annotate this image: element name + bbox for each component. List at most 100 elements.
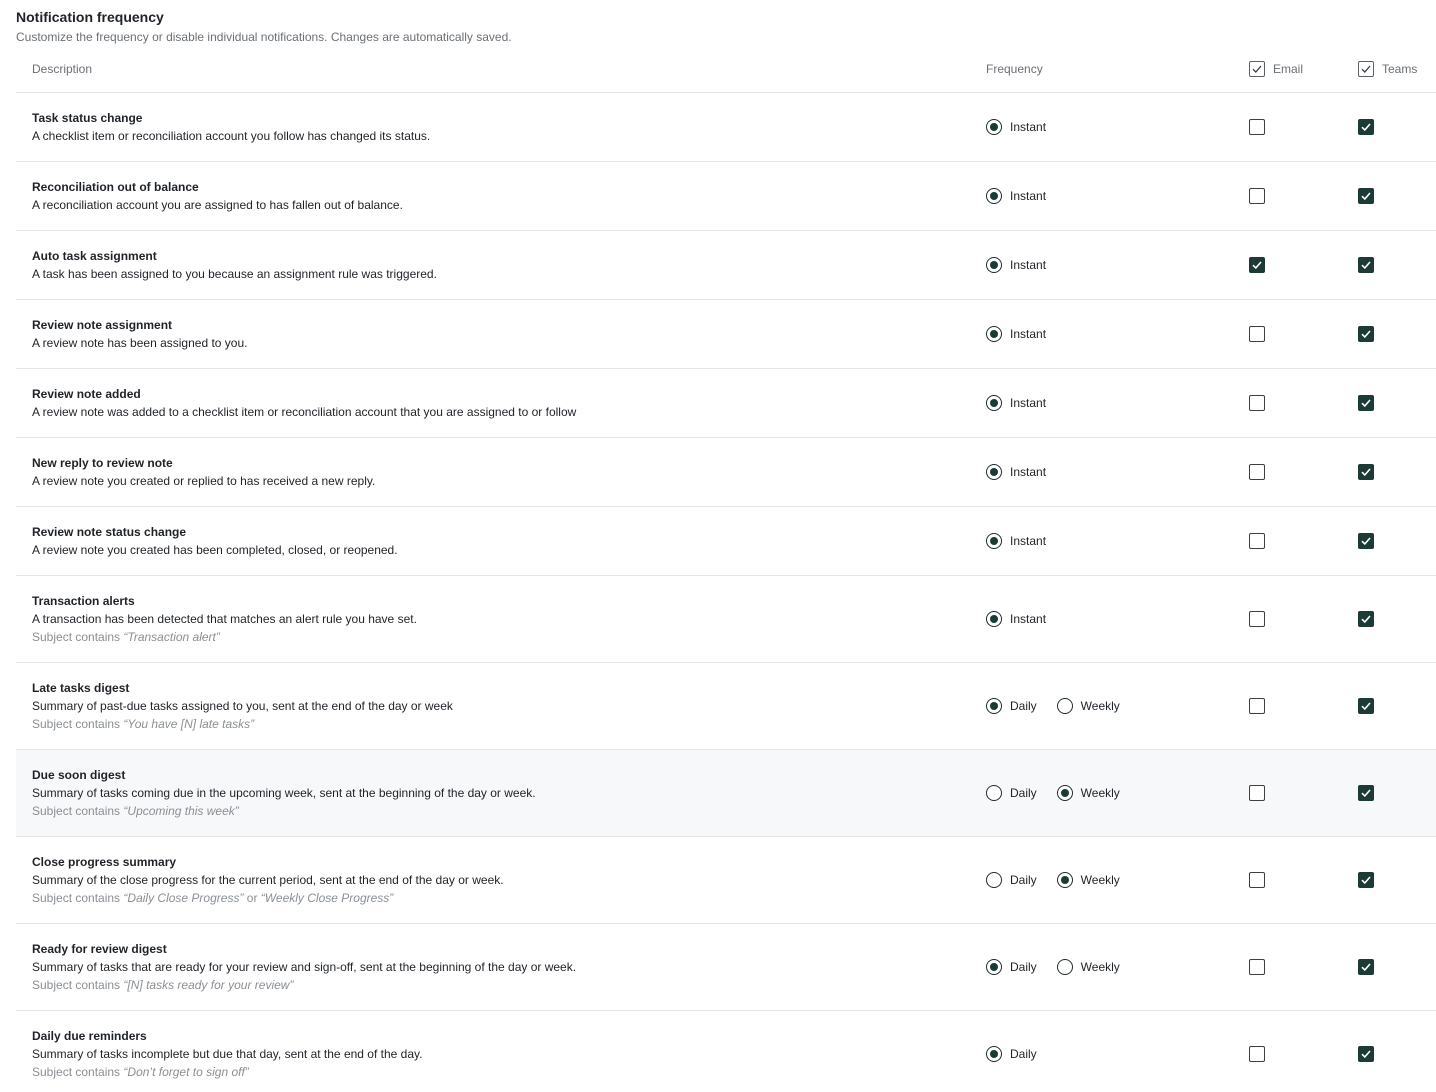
frequency-option-label: Daily	[1010, 960, 1037, 974]
frequency-radio[interactable]	[986, 257, 1002, 273]
email-column-label: Email	[1273, 62, 1304, 76]
teams-checkbox[interactable]	[1358, 119, 1374, 135]
frequency-radio[interactable]	[986, 533, 1002, 549]
email-checkbox[interactable]	[1249, 785, 1265, 801]
frequency-option-daily[interactable]: Daily	[986, 698, 1037, 714]
teams-checkbox[interactable]	[1358, 1046, 1374, 1062]
notification-description: Task status change A checklist item or re…	[32, 110, 430, 144]
frequency-option-instant[interactable]: Instant	[986, 326, 1046, 342]
frequency-option-label: Instant	[1010, 120, 1047, 134]
frequency-option-daily[interactable]: Daily	[986, 1046, 1037, 1062]
email-checkbox[interactable]	[1249, 698, 1265, 714]
notification-description: Due soon digest Summary of tasks coming d…	[32, 767, 536, 819]
teams-checkbox[interactable]	[1358, 533, 1374, 549]
email-checkbox[interactable]	[1249, 872, 1265, 888]
teams-checkbox[interactable]	[1358, 698, 1374, 714]
check-icon	[1252, 65, 1262, 73]
frequency-option-instant[interactable]: Instant	[986, 395, 1046, 411]
teams-checkbox[interactable]	[1358, 395, 1374, 411]
frequency-option-daily[interactable]: Daily	[986, 785, 1037, 801]
frequency-radio[interactable]	[986, 395, 1002, 411]
email-checkbox[interactable]	[1249, 119, 1265, 135]
frequency-radio[interactable]	[1056, 872, 1073, 888]
frequency-radio[interactable]	[986, 872, 1002, 888]
notification-text: Summary of tasks incomplete but due that…	[32, 1047, 423, 1061]
check-icon	[1361, 399, 1371, 408]
teams-checkbox[interactable]	[1358, 959, 1374, 975]
email-checkbox[interactable]	[1249, 464, 1265, 480]
teams-checkbox[interactable]	[1358, 872, 1374, 888]
frequency-radio[interactable]	[986, 188, 1002, 204]
frequency-radio[interactable]	[986, 119, 1002, 135]
notification-name: Review note status change	[32, 525, 187, 539]
frequency-option-instant[interactable]: Instant	[986, 119, 1046, 135]
section-header: Notification frequency Customize the fre…	[16, 8, 512, 45]
email-checkbox[interactable]	[1249, 188, 1265, 204]
subject-quote: “Daily Close Progress”	[123, 891, 244, 905]
frequency-option-weekly[interactable]: Weekly	[1056, 698, 1120, 714]
teams-checkbox[interactable]	[1358, 188, 1374, 204]
email-select-all-checkbox[interactable]	[1249, 61, 1265, 77]
notification-name: Transaction alerts	[32, 594, 135, 608]
teams-checkbox[interactable]	[1358, 326, 1374, 342]
teams-column-label: Teams	[1382, 62, 1418, 76]
frequency-radio[interactable]	[986, 785, 1002, 801]
teams-checkbox[interactable]	[1358, 611, 1374, 627]
teams-select-all-checkbox[interactable]	[1358, 61, 1374, 77]
subject-quote: “Don’t forget to sign off”	[123, 1065, 249, 1079]
frequency-option-instant[interactable]: Instant	[986, 188, 1046, 204]
check-icon	[1252, 261, 1262, 270]
frequency-radio[interactable]	[986, 326, 1002, 342]
frequency-radio[interactable]	[986, 959, 1002, 975]
frequency-radio[interactable]	[1056, 785, 1073, 801]
frequency-option-weekly[interactable]: Weekly	[1056, 959, 1120, 975]
column-header-frequency: Frequency	[986, 62, 1043, 76]
notification-text: A reconciliation account you are assigne…	[32, 198, 403, 212]
frequency-radio-group: Daily Weekly	[986, 959, 1140, 975]
email-checkbox[interactable]	[1249, 959, 1265, 975]
check-icon	[1361, 192, 1371, 201]
frequency-option-instant[interactable]: Instant	[986, 533, 1046, 549]
email-checkbox[interactable]	[1249, 611, 1265, 627]
notification-name: Auto task assignment	[32, 249, 157, 263]
notification-name: Close progress summary	[32, 855, 177, 869]
frequency-radio[interactable]	[986, 1046, 1002, 1062]
frequency-option-instant[interactable]: Instant	[986, 611, 1046, 627]
teams-checkbox[interactable]	[1358, 464, 1374, 480]
teams-checkbox[interactable]	[1358, 257, 1374, 273]
frequency-radio[interactable]	[986, 611, 1002, 627]
notification-description: Ready for review digest Summary of tasks …	[32, 941, 576, 993]
frequency-option-weekly[interactable]: Weekly	[1056, 872, 1120, 888]
frequency-option-label: Daily	[1010, 786, 1037, 800]
notification-description: Review note added A review note was added…	[32, 386, 576, 420]
email-checkbox[interactable]	[1249, 257, 1265, 273]
email-checkbox[interactable]	[1249, 395, 1265, 411]
frequency-option-label: Instant	[1010, 258, 1047, 272]
check-icon	[1361, 537, 1371, 546]
check-icon	[1361, 702, 1371, 711]
frequency-option-weekly[interactable]: Weekly	[1056, 785, 1120, 801]
table-row: Transaction alerts A transaction has been…	[16, 576, 1436, 663]
frequency-radio[interactable]	[986, 698, 1002, 714]
frequency-radio[interactable]	[1056, 698, 1073, 714]
email-checkbox[interactable]	[1249, 533, 1265, 549]
notification-name: Due soon digest	[32, 768, 126, 782]
frequency-radio-group: Instant	[986, 326, 1066, 342]
table-row: Review note added A review note was added…	[16, 369, 1436, 438]
notification-name: Reconciliation out of balance	[32, 180, 199, 194]
email-checkbox[interactable]	[1249, 1046, 1265, 1062]
frequency-option-instant[interactable]: Instant	[986, 464, 1046, 480]
frequency-radio[interactable]	[1056, 959, 1073, 975]
frequency-radio[interactable]	[986, 464, 1002, 480]
frequency-option-instant[interactable]: Instant	[986, 257, 1046, 273]
teams-checkbox[interactable]	[1358, 785, 1374, 801]
email-checkbox[interactable]	[1249, 326, 1265, 342]
table-row: Reconciliation out of balance A reconcili…	[16, 162, 1436, 231]
frequency-radio-group: Daily Weekly	[986, 872, 1140, 888]
frequency-option-daily[interactable]: Daily	[986, 959, 1037, 975]
frequency-option-daily[interactable]: Daily	[986, 872, 1037, 888]
notification-description: Review note status change A review note y…	[32, 524, 398, 558]
subject-hint: Subject contains “Don’t forget to sign o…	[32, 1064, 422, 1080]
check-icon	[1361, 876, 1371, 885]
notification-text: Summary of tasks that are ready for your…	[32, 960, 577, 974]
